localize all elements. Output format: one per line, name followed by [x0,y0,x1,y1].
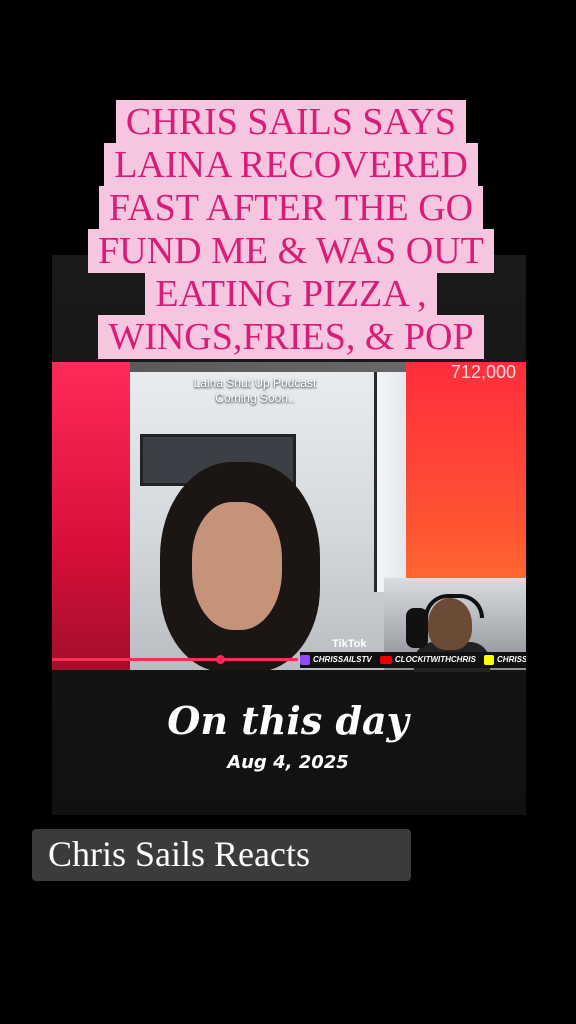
memory-date: Aug 4, 2025 [227,752,349,773]
tiktok-watermark: TikTok [332,638,367,650]
social-ticker: CHRISSAILSTV CLOCKITWITHCHRIS CHRISSAILS [300,652,526,668]
headline-caption: CHRIS SAILS SAYS LAINA RECOVERED FAST AF… [36,100,546,359]
background-red-left [52,362,130,670]
on-this-day-title: On this day [167,698,409,743]
microphone-icon [406,608,428,648]
headset-icon [424,594,484,618]
overlay-line-1: Laina Shut Up Podcast [193,376,317,390]
headline-line-1: CHRIS SAILS SAYS [115,100,467,144]
window [374,372,409,592]
headline-line-3: FAST AFTER THE GO [98,186,484,230]
headline-line-2: LAINA RECOVERED [104,143,478,187]
headline-line-5: EATING PIZZA , [145,272,437,316]
snapchat-icon [484,654,495,665]
ticker-youtube: CLOCKITWITHCHRIS [379,655,476,664]
youtube-icon [379,655,392,664]
twitch-icon [300,654,310,665]
video-progress-bar[interactable] [52,655,298,664]
headline-line-6: WINGS,FRIES, & POP [98,315,484,359]
headline-line-4: FUND ME & WAS OUT [88,229,494,273]
progress-scrubber[interactable] [216,655,225,664]
speaker-face [192,502,282,630]
ticker-snapchat: CHRISSAILS [484,654,526,665]
video-overlay-caption: Laina Shut Up Podcast Coming Soon.. [170,376,340,406]
view-counter: 712,000 [450,362,516,382]
ticker-twitch: CHRISSAILSTV [300,654,372,665]
overlay-line-2: Coming Soon.. [215,391,295,405]
channel-label: Chris Sails Reacts [32,829,411,881]
